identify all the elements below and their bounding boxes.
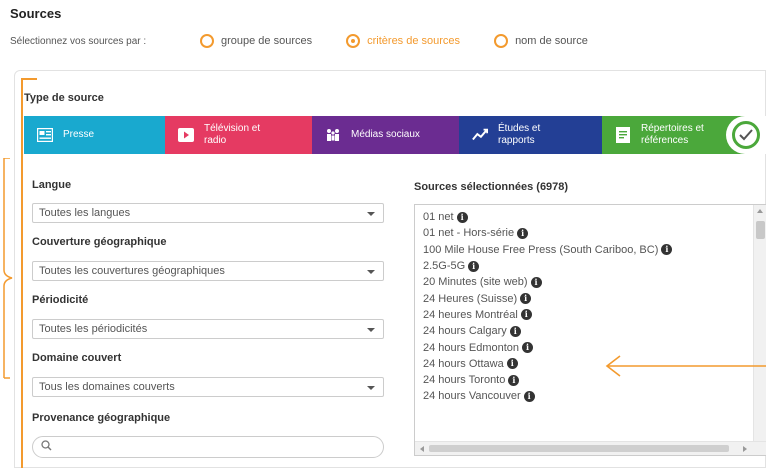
tab-television-radio[interactable]: Télévision et radio bbox=[165, 116, 312, 154]
info-icon[interactable]: i bbox=[522, 342, 534, 354]
radio-label: critères de sources bbox=[367, 35, 461, 47]
list-item[interactable]: 24 hours Vancouver i bbox=[423, 388, 753, 404]
domaine-label: Domaine couvert bbox=[32, 352, 122, 364]
tab-label: Presse bbox=[63, 129, 95, 140]
source-selector-row: Sélectionnez vos sources par : groupe de… bbox=[10, 30, 750, 52]
tab-selected-check bbox=[726, 116, 766, 154]
info-icon[interactable]: i bbox=[508, 374, 520, 386]
chevron-down-icon bbox=[367, 386, 375, 390]
periodicite-label: Périodicité bbox=[32, 294, 89, 306]
trend-icon bbox=[472, 127, 488, 143]
tab-etudes-rapports[interactable]: Études et rapports bbox=[459, 116, 602, 154]
info-icon[interactable]: i bbox=[520, 293, 532, 305]
radio-criteres-de-sources[interactable]: critères de sources bbox=[346, 34, 460, 48]
source-name: 20 Minutes (site web) bbox=[423, 276, 528, 289]
scroll-right-icon[interactable] bbox=[743, 446, 747, 452]
source-name: 24 hours Vancouver bbox=[423, 390, 521, 403]
check-icon bbox=[732, 121, 760, 149]
couverture-select[interactable]: Toutes les couvertures géographiques bbox=[32, 261, 384, 281]
tab-label: Médias sociaux bbox=[351, 129, 420, 140]
section-title: Sources bbox=[10, 6, 62, 21]
radio-nom-de-source[interactable]: nom de source bbox=[494, 34, 588, 48]
provenance-search-input[interactable] bbox=[32, 436, 384, 458]
radio-label: groupe de sources bbox=[221, 35, 313, 47]
chevron-down-icon bbox=[367, 328, 375, 332]
people-icon bbox=[325, 127, 341, 143]
info-icon[interactable]: i bbox=[468, 260, 480, 272]
source-name: 01 net bbox=[423, 211, 454, 224]
radio-groupe-de-sources[interactable]: groupe de sources bbox=[200, 34, 312, 48]
source-name: 24 heures Montréal bbox=[423, 308, 518, 321]
select-value: Toutes les couvertures géographiques bbox=[39, 265, 225, 277]
selector-label: Sélectionnez vos sources par : bbox=[10, 35, 147, 47]
list-item[interactable]: 24 heures Montréal i bbox=[423, 307, 753, 323]
search-icon bbox=[41, 438, 52, 456]
periodicite-select[interactable]: Toutes les périodicités bbox=[32, 319, 384, 339]
tab-repertoires-references[interactable]: Répertoires et références bbox=[602, 116, 766, 154]
domaine-select[interactable]: Tous les domaines couverts bbox=[32, 377, 384, 397]
type-de-source-label: Type de source bbox=[24, 92, 104, 104]
couverture-label: Couverture géographique bbox=[32, 236, 167, 248]
info-icon[interactable]: i bbox=[530, 276, 542, 288]
chevron-down-icon bbox=[367, 270, 375, 274]
scroll-thumb[interactable] bbox=[756, 221, 765, 239]
horizontal-scrollbar[interactable] bbox=[415, 441, 766, 455]
tab-label: Études et rapports bbox=[498, 123, 541, 146]
radio-circle-icon bbox=[494, 34, 509, 48]
info-icon[interactable]: i bbox=[517, 227, 529, 239]
tab-label: Télévision et radio bbox=[204, 123, 261, 146]
selected-sources-title: Sources sélectionnées (6978) bbox=[414, 181, 569, 193]
radio-checked-icon bbox=[346, 34, 361, 48]
scroll-left-icon[interactable] bbox=[420, 446, 424, 452]
tab-medias-sociaux[interactable]: Médias sociaux bbox=[312, 116, 459, 154]
source-name: 24 Heures (Suisse) bbox=[423, 292, 518, 305]
list-item[interactable]: 20 Minutes (site web) i bbox=[423, 274, 753, 290]
langue-label: Langue bbox=[32, 179, 72, 191]
info-icon[interactable]: i bbox=[520, 309, 532, 321]
source-name: 100 Mile House Free Press (South Cariboo… bbox=[423, 243, 659, 256]
list-item[interactable]: 01 net - Hors-série i bbox=[423, 225, 753, 241]
select-value: Toutes les périodicités bbox=[39, 323, 148, 335]
langue-select[interactable]: Toutes les langues bbox=[32, 203, 384, 223]
source-name: 24 hours Edmonton bbox=[423, 341, 520, 354]
source-name: 24 hours Calgary bbox=[423, 325, 507, 338]
source-name: 24 hours Ottawa bbox=[423, 357, 504, 370]
select-value: Toutes les langues bbox=[39, 207, 131, 219]
info-icon[interactable]: i bbox=[661, 244, 673, 256]
source-type-tabs: Presse Télévision et radio Médias sociau… bbox=[24, 116, 766, 154]
tab-presse[interactable]: Presse bbox=[24, 116, 165, 154]
selected-sources-list[interactable]: 01 net i 01 net - Hors-série i 100 Mile Hous… bbox=[414, 204, 766, 456]
list-item[interactable]: 100 Mile House Free Press (South Cariboo… bbox=[423, 242, 753, 258]
document-icon bbox=[615, 127, 631, 143]
source-name: 2.5G-5G bbox=[423, 260, 466, 273]
chevron-down-icon bbox=[367, 212, 375, 216]
list-item[interactable]: 01 net i bbox=[423, 209, 753, 225]
scroll-up-icon[interactable] bbox=[757, 209, 763, 213]
radio-label: nom de source bbox=[515, 35, 588, 47]
info-icon[interactable]: i bbox=[456, 211, 468, 223]
source-name: 01 net - Hors-série bbox=[423, 227, 515, 240]
info-icon[interactable]: i bbox=[506, 358, 518, 370]
provenance-label: Provenance géographique bbox=[32, 412, 171, 424]
list-item[interactable]: 24 hours Calgary i bbox=[423, 323, 753, 339]
vertical-scrollbar[interactable] bbox=[753, 205, 766, 441]
play-icon bbox=[178, 127, 194, 143]
info-icon[interactable]: i bbox=[509, 325, 521, 337]
list-item[interactable]: 2.5G-5G i bbox=[423, 258, 753, 274]
list-item[interactable]: 24 Heures (Suisse) i bbox=[423, 290, 753, 306]
source-name: 24 hours Toronto bbox=[423, 374, 506, 387]
tab-label: Répertoires et références bbox=[641, 123, 704, 146]
info-icon[interactable]: i bbox=[523, 390, 535, 402]
scroll-thumb-horizontal[interactable] bbox=[429, 445, 729, 452]
radio-circle-icon bbox=[200, 34, 214, 48]
select-value: Tous les domaines couverts bbox=[39, 381, 175, 393]
annotation-arrow-icon bbox=[605, 355, 766, 377]
newspaper-icon bbox=[37, 127, 53, 143]
